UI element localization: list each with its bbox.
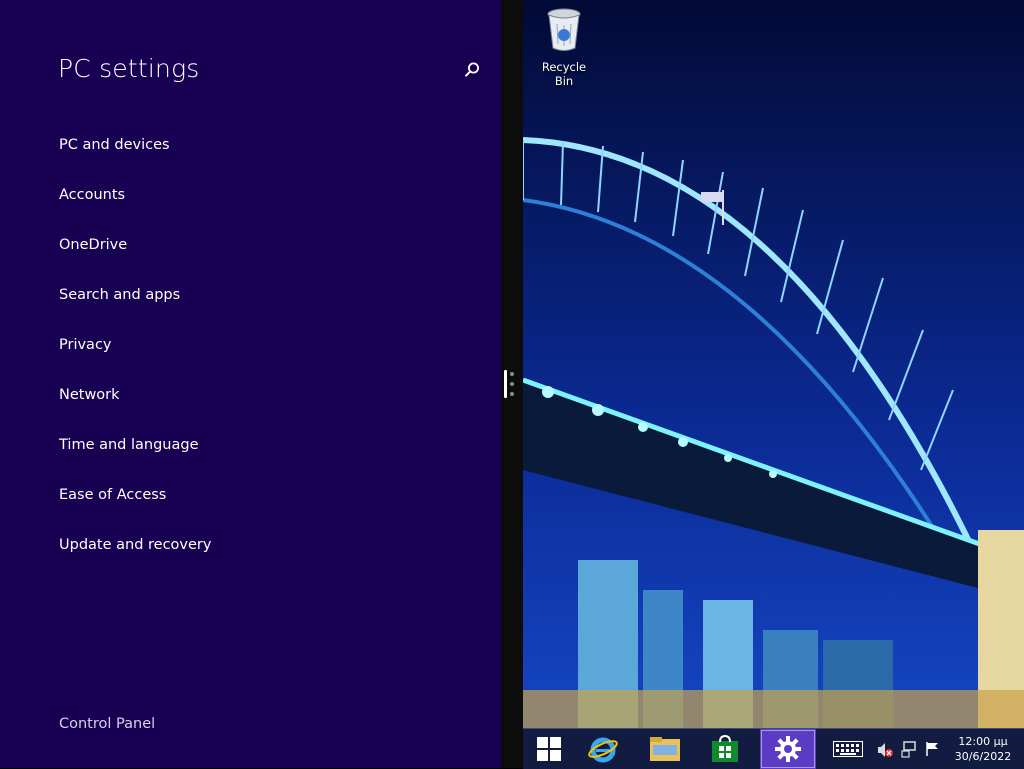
nav-item-pc-and-devices[interactable]: PC and devices bbox=[59, 133, 211, 183]
file-explorer-icon bbox=[650, 737, 680, 761]
internet-explorer-icon bbox=[588, 737, 618, 763]
search-icon[interactable] bbox=[463, 61, 481, 79]
recycle-bin-shortcut[interactable]: Recycle Bin bbox=[531, 6, 597, 88]
nav-item-update-and-recovery[interactable]: Update and recovery bbox=[59, 533, 211, 583]
splitter-dot bbox=[510, 372, 514, 376]
splitter-handle[interactable] bbox=[504, 370, 507, 398]
recycle-bin-icon bbox=[547, 8, 581, 51]
pc-settings-panel: PC settings PC and devices Accounts OneD… bbox=[0, 0, 501, 768]
nav-item-onedrive[interactable]: OneDrive bbox=[59, 233, 211, 283]
nav-item-privacy[interactable]: Privacy bbox=[59, 333, 211, 383]
nav-item-ease-of-access[interactable]: Ease of Access bbox=[59, 483, 211, 533]
internet-explorer-button[interactable] bbox=[577, 729, 629, 769]
network-icon[interactable] bbox=[901, 741, 919, 763]
page-title: PC settings bbox=[58, 54, 200, 83]
settings-button[interactable] bbox=[760, 729, 816, 769]
touch-keyboard-icon[interactable] bbox=[833, 741, 863, 761]
store-button[interactable] bbox=[699, 729, 751, 769]
recycle-bin-label: Recycle Bin bbox=[541, 60, 587, 88]
snap-splitter[interactable] bbox=[501, 0, 523, 768]
nav-item-network[interactable]: Network bbox=[59, 383, 211, 433]
file-explorer-button[interactable] bbox=[639, 729, 691, 769]
start-button[interactable] bbox=[523, 729, 575, 769]
desktop: Recycle Bin bbox=[523, 0, 1024, 728]
nav-item-search-and-apps[interactable]: Search and apps bbox=[59, 283, 211, 333]
clock-date: 30/6/2022 bbox=[954, 750, 1012, 763]
action-center-flag-icon[interactable] bbox=[925, 741, 941, 761]
settings-icon bbox=[775, 736, 801, 762]
nav-item-accounts[interactable]: Accounts bbox=[59, 183, 211, 233]
nav-item-time-and-language[interactable]: Time and language bbox=[59, 433, 211, 483]
control-panel-link[interactable]: Control Panel bbox=[59, 716, 155, 732]
volume-muted-icon[interactable] bbox=[877, 742, 893, 762]
store-icon bbox=[712, 735, 738, 762]
taskbar-clock[interactable]: 12:00 μμ 30/6/2022 bbox=[947, 734, 1019, 764]
clock-time: 12:00 μμ bbox=[958, 735, 1008, 748]
splitter-dot bbox=[510, 382, 514, 386]
wallpaper-image bbox=[523, 0, 1024, 728]
windows-start-icon bbox=[537, 737, 561, 761]
taskbar: 12:00 μμ 30/6/2022 bbox=[523, 728, 1024, 769]
settings-nav: PC and devices Accounts OneDrive Search … bbox=[59, 133, 211, 583]
splitter-dot bbox=[510, 392, 514, 396]
